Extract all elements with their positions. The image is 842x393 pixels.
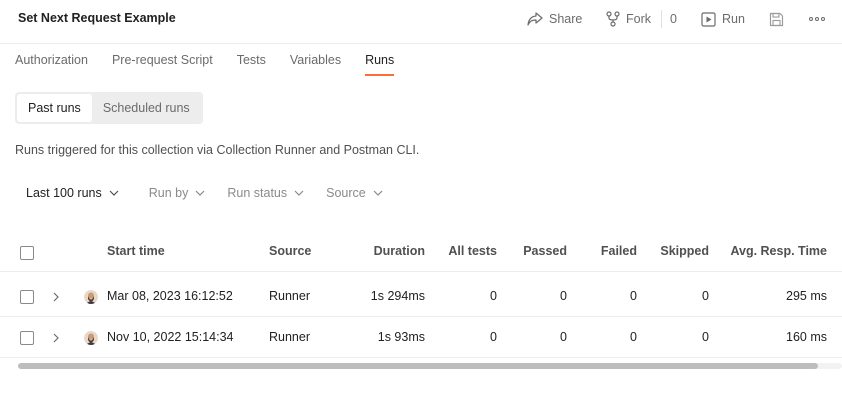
run-status-label: Run status <box>227 186 288 200</box>
collection-tabs: Authorization Pre-request Script Tests V… <box>15 52 418 76</box>
source-cell: Runner <box>269 289 310 303</box>
more-actions-button[interactable] <box>809 0 825 38</box>
start-time-cell: Mar 08, 2023 16:12:52 <box>107 289 233 303</box>
run-by-label: Run by <box>148 186 189 200</box>
table-row[interactable]: Nov 10, 2022 15:14:34 Runner 1s 93ms 0 0… <box>0 317 842 358</box>
chevron-right-icon <box>53 333 59 342</box>
run-icon <box>701 11 716 27</box>
runs-description: Runs triggered for this collection via C… <box>15 143 420 157</box>
scheduled-runs-button[interactable]: Scheduled runs <box>92 94 201 122</box>
avatar <box>84 290 98 304</box>
tab-authorization[interactable]: Authorization <box>15 52 88 76</box>
chevron-right-icon <box>53 292 59 301</box>
duration-cell: 1s 93ms <box>377 330 425 344</box>
chevron-down-icon <box>373 190 383 196</box>
fork-label: Fork <box>626 12 651 26</box>
share-label: Share <box>549 12 583 26</box>
duration-cell: 1s 294ms <box>370 289 425 303</box>
col-avg-resp-time[interactable]: Avg. Resp. Time <box>717 231 827 272</box>
runs-segmented-control: Past runs Scheduled runs <box>15 92 203 124</box>
avatar <box>84 331 98 345</box>
fork-count: 0 <box>670 12 677 26</box>
save-button[interactable] <box>769 0 784 38</box>
run-count-label: Last 100 runs <box>26 186 102 200</box>
skipped-cell: 0 <box>702 289 709 303</box>
run-button[interactable]: Run <box>701 0 745 38</box>
tab-tests[interactable]: Tests <box>237 52 266 76</box>
chevron-down-icon <box>294 190 304 196</box>
avg-resp-cell: 295 ms <box>786 289 827 303</box>
passed-cell: 0 <box>560 289 567 303</box>
past-runs-button[interactable]: Past runs <box>17 94 92 122</box>
row-checkbox[interactable] <box>20 331 34 345</box>
run-by-dropdown[interactable]: Run by <box>138 186 217 200</box>
col-failed[interactable]: Failed <box>577 231 637 272</box>
col-duration[interactable]: Duration <box>345 231 425 272</box>
passed-cell: 0 <box>560 330 567 344</box>
run-filters: Last 100 runs Run by Run status Source <box>15 186 394 200</box>
source-dropdown[interactable]: Source <box>315 186 394 200</box>
more-icon <box>809 17 825 21</box>
col-all-tests[interactable]: All tests <box>430 231 497 272</box>
horizontal-scrollbar-thumb[interactable] <box>18 363 818 369</box>
col-source[interactable]: Source <box>269 231 311 272</box>
chevron-down-icon <box>109 190 119 196</box>
col-passed[interactable]: Passed <box>505 231 567 272</box>
run-status-dropdown[interactable]: Run status <box>216 186 315 200</box>
share-icon <box>527 12 543 26</box>
fork-divider <box>661 10 662 28</box>
tab-pre-request-script[interactable]: Pre-request Script <box>112 52 213 76</box>
avg-resp-cell: 160 ms <box>786 330 827 344</box>
expand-row-button[interactable] <box>53 317 59 358</box>
failed-cell: 0 <box>630 330 637 344</box>
tab-variables[interactable]: Variables <box>290 52 341 76</box>
source-cell: Runner <box>269 330 310 344</box>
source-label: Source <box>326 186 366 200</box>
tab-runs[interactable]: Runs <box>365 52 395 76</box>
failed-cell: 0 <box>630 289 637 303</box>
all-tests-cell: 0 <box>490 330 497 344</box>
start-time-cell: Nov 10, 2022 15:14:34 <box>107 330 234 344</box>
row-checkbox[interactable] <box>20 290 34 304</box>
table-row[interactable]: Mar 08, 2023 16:12:52 Runner 1s 294ms 0 … <box>0 276 842 317</box>
collection-header: Set Next Request Example Share Fork 0 Ru… <box>0 0 842 40</box>
save-icon <box>769 12 784 26</box>
run-count-dropdown[interactable]: Last 100 runs <box>15 186 130 200</box>
all-tests-cell: 0 <box>490 289 497 303</box>
col-start-time[interactable]: Start time <box>107 231 165 272</box>
header-divider <box>0 43 842 44</box>
run-label: Run <box>722 12 745 26</box>
fork-button[interactable]: Fork <box>606 0 651 38</box>
col-skipped[interactable]: Skipped <box>645 231 709 272</box>
select-all-checkbox[interactable] <box>20 246 34 260</box>
expand-row-button[interactable] <box>53 276 59 317</box>
collection-title: Set Next Request Example <box>18 11 176 25</box>
table-header-row: Start time Source Duration All tests Pas… <box>0 231 842 272</box>
share-button[interactable]: Share <box>527 0 582 38</box>
fork-divider-wrap <box>661 0 662 38</box>
chevron-down-icon <box>195 190 205 196</box>
skipped-cell: 0 <box>702 330 709 344</box>
fork-icon <box>606 11 620 27</box>
